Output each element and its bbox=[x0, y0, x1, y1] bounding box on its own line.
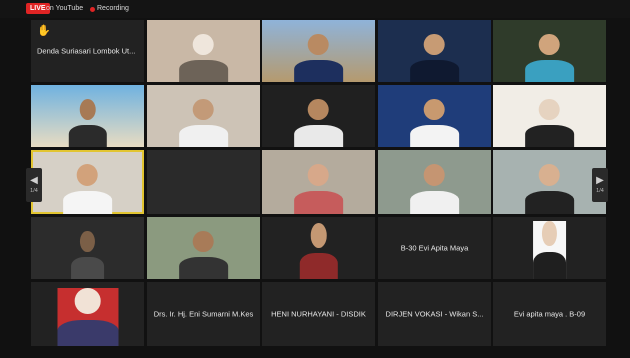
participant-avatar bbox=[532, 220, 567, 279]
participant-avatar bbox=[524, 164, 575, 214]
next-page-button[interactable]: ▶ 1/4 bbox=[592, 168, 608, 202]
participant-name: HENI NURHAYANI - DISDIK bbox=[271, 309, 366, 319]
participant-video[interactable] bbox=[262, 20, 375, 82]
participant-name: Denda Suriasari Lombok Ut... bbox=[37, 46, 136, 56]
participant-avatar bbox=[178, 230, 229, 279]
participant-tile-eni[interactable]: Drs. Ir. Hj. Eni Sumarni M.Kes bbox=[147, 282, 260, 346]
participant-tile-denda[interactable]: ✋ Denda Suriasari Lombok Ut... bbox=[31, 20, 144, 82]
chevron-right-icon: ▶ bbox=[596, 174, 604, 186]
participant-avatar bbox=[299, 223, 338, 279]
next-page-indicator: 1/4 bbox=[596, 187, 604, 194]
participant-name: B-30 Evi Apita Maya bbox=[400, 243, 469, 253]
participant-name: Drs. Ir. Hj. Eni Sumarni M.Kes bbox=[153, 309, 254, 319]
participant-tile-evi-b09[interactable]: Evi apita maya . B-09 bbox=[493, 282, 606, 346]
participant-video[interactable] bbox=[147, 217, 260, 279]
gallery-view: ✋ Denda Suriasari Lombok Ut... B-30 Evi … bbox=[0, 0, 630, 358]
participant-avatar bbox=[409, 164, 460, 214]
participant-avatar bbox=[293, 98, 344, 147]
participant-tile[interactable] bbox=[262, 217, 375, 279]
participant-avatar bbox=[70, 230, 105, 279]
participant-avatar bbox=[524, 98, 575, 147]
participant-avatar bbox=[178, 33, 229, 82]
participant-video[interactable] bbox=[147, 85, 260, 147]
participant-tile[interactable] bbox=[31, 282, 144, 346]
participant-avatar bbox=[293, 33, 344, 82]
participant-avatar bbox=[68, 98, 107, 147]
participant-avatar bbox=[62, 164, 113, 214]
chevron-left-icon: ◀ bbox=[30, 174, 38, 186]
participant-video-active-speaker[interactable] bbox=[31, 150, 144, 214]
participant-name: Evi apita maya . B-09 bbox=[513, 309, 586, 319]
participant-video[interactable] bbox=[493, 20, 606, 82]
participant-tile[interactable] bbox=[493, 217, 606, 279]
participant-name: DIRJEN VOKASI - Wikan S... bbox=[385, 309, 484, 319]
participant-avatar bbox=[524, 33, 575, 82]
raised-hand-icon: ✋ bbox=[37, 25, 51, 37]
participant-avatar bbox=[178, 98, 229, 147]
participant-avatar bbox=[409, 98, 460, 147]
participant-avatar bbox=[409, 33, 460, 82]
participant-video[interactable] bbox=[493, 85, 606, 147]
participant-video[interactable] bbox=[31, 217, 144, 279]
participant-video[interactable] bbox=[378, 85, 491, 147]
participant-video[interactable] bbox=[262, 150, 375, 214]
participant-video[interactable] bbox=[378, 20, 491, 82]
prev-page-indicator: 1/4 bbox=[30, 187, 38, 194]
prev-page-button[interactable]: ◀ 1/4 bbox=[26, 168, 42, 202]
participant-video[interactable] bbox=[147, 20, 260, 82]
participant-video[interactable] bbox=[378, 150, 491, 214]
participant-tile-dirjen[interactable]: DIRJEN VOKASI - Wikan S... bbox=[378, 282, 491, 346]
participant-video[interactable] bbox=[147, 150, 260, 214]
participant-video[interactable] bbox=[262, 85, 375, 147]
participant-avatar bbox=[56, 288, 119, 346]
participant-tile-evi-b30[interactable]: B-30 Evi Apita Maya bbox=[378, 217, 491, 279]
participant-tile-heni[interactable]: HENI NURHAYANI - DISDIK bbox=[262, 282, 375, 346]
participant-video[interactable] bbox=[493, 150, 606, 214]
participant-video[interactable] bbox=[31, 85, 144, 147]
participant-avatar bbox=[293, 164, 344, 214]
